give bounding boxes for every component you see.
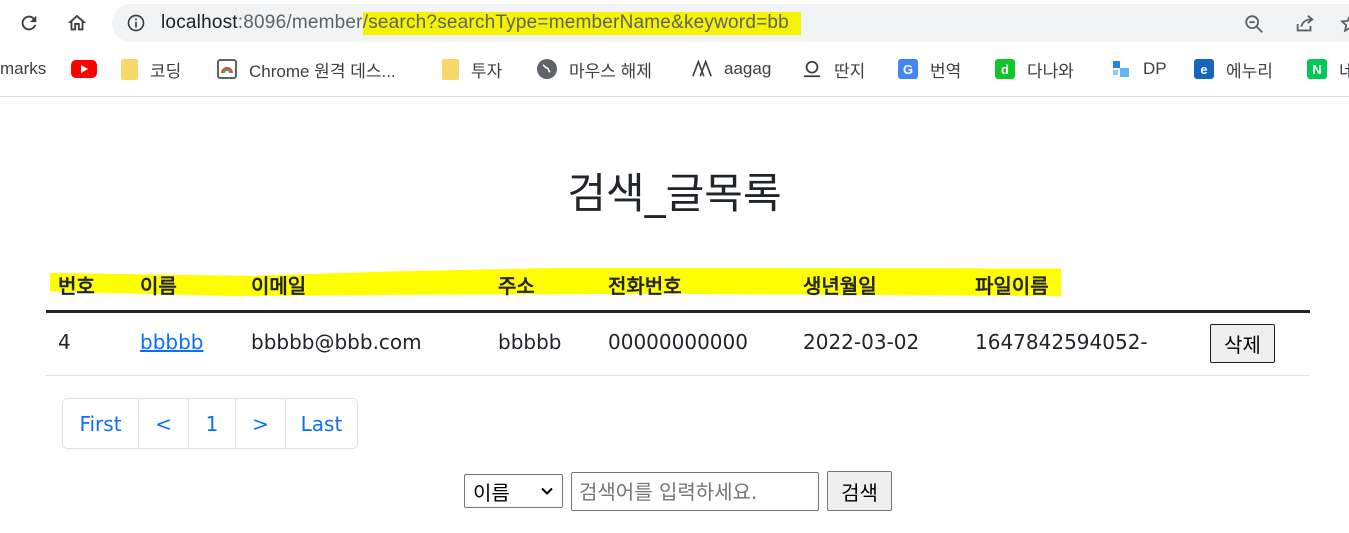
bookmark-star-icon[interactable]: [1339, 13, 1349, 35]
cell-phone: 00000000000: [608, 330, 748, 354]
globe-icon: [537, 59, 557, 79]
bookmark-mouse-unlock[interactable]: 마우스 해제: [537, 56, 652, 82]
page-next-link[interactable]: >: [235, 399, 285, 448]
member-name-link[interactable]: bbbbb: [140, 330, 203, 354]
bookmark-naver[interactable]: N 네: [1307, 56, 1349, 82]
search-type-select[interactable]: 이름: [464, 474, 563, 508]
bookmark-dp[interactable]: DP: [1111, 56, 1167, 82]
ddanzi-logo-icon: [802, 59, 822, 79]
bookmark-danawa[interactable]: d 다나와: [995, 56, 1074, 82]
search-input[interactable]: [571, 472, 819, 511]
cell-file: 1647842594052-: [975, 330, 1148, 354]
search-button[interactable]: 검색: [827, 471, 892, 511]
share-icon[interactable]: [1294, 13, 1316, 35]
header-email: 이메일: [251, 274, 307, 298]
home-icon[interactable]: [61, 7, 93, 39]
site-info-icon[interactable]: [126, 13, 146, 33]
page-last-link[interactable]: Last: [285, 399, 357, 448]
google-translate-icon: G: [898, 59, 918, 79]
bookmark-folder[interactable]: 코딩: [121, 56, 181, 82]
enuri-logo-icon: e: [1194, 59, 1214, 79]
bookmark-ddanzi[interactable]: 딴지: [802, 56, 865, 82]
table-row-rule: [46, 375, 1310, 376]
delete-button[interactable]: 삭제: [1210, 324, 1275, 363]
header-highlight: [50, 268, 1061, 296]
bookmark-enuri[interactable]: e 에누리: [1194, 56, 1273, 82]
bookmark-translate[interactable]: G 번역: [898, 56, 961, 82]
chevron-down-icon: [541, 487, 553, 495]
cell-no: 4: [58, 330, 71, 354]
url-highlight: /search?searchType=memberName&keyword=bb: [362, 12, 801, 35]
cell-birth: 2022-03-02: [803, 330, 920, 354]
aagag-logo-icon: [692, 59, 712, 79]
header-birth: 생년월일: [803, 274, 877, 298]
page-first-link[interactable]: First: [63, 399, 138, 448]
browser-toolbar: localhost:8096/member/search?searchType=…: [0, 0, 1349, 46]
search-type-value: 이름: [473, 480, 510, 505]
zoom-icon[interactable]: [1243, 13, 1265, 35]
chrome-remote-desktop-icon: [217, 59, 237, 79]
page-title: 검색_글목록: [567, 169, 782, 218]
cell-address: bbbbb: [498, 330, 562, 354]
folder-icon: [121, 58, 138, 80]
folder-icon: [442, 58, 459, 80]
bookmark-item[interactable]: marks: [0, 56, 46, 82]
table-header-rule: [46, 310, 1310, 313]
chrome-divider: [0, 96, 1349, 97]
youtube-icon: [71, 60, 97, 78]
bookmark-youtube[interactable]: [71, 56, 97, 82]
bookmark-folder[interactable]: 투자: [442, 56, 502, 82]
danawa-logo-icon: d: [995, 59, 1015, 79]
page-prev-link[interactable]: <: [138, 399, 188, 448]
cell-email: bbbbb@bbb.com: [251, 330, 422, 354]
page-number-link[interactable]: 1: [188, 399, 235, 448]
pagination: First < 1 > Last: [62, 398, 358, 449]
reload-icon[interactable]: [13, 7, 45, 39]
header-address: 주소: [498, 274, 535, 298]
header-name: 이름: [140, 274, 177, 298]
address-bar[interactable]: localhost:8096/member/search?searchType=…: [112, 4, 1349, 42]
naver-logo-icon: N: [1307, 59, 1327, 79]
bookmark-aagag[interactable]: aagag: [692, 56, 771, 82]
header-no: 번호: [58, 274, 95, 298]
header-file: 파일이름: [975, 274, 1049, 298]
dp-logo-icon: [1111, 59, 1131, 79]
bookmark-chrome-remote[interactable]: Chrome 원격 데스...: [217, 56, 396, 82]
url-text[interactable]: localhost:8096/member/search?searchType=…: [161, 12, 801, 35]
header-phone: 전화번호: [608, 274, 682, 298]
bookmarks-bar: marks 코딩 Chrome 원격 데스... 투자 마우스 해제 aagag: [0, 50, 1349, 88]
